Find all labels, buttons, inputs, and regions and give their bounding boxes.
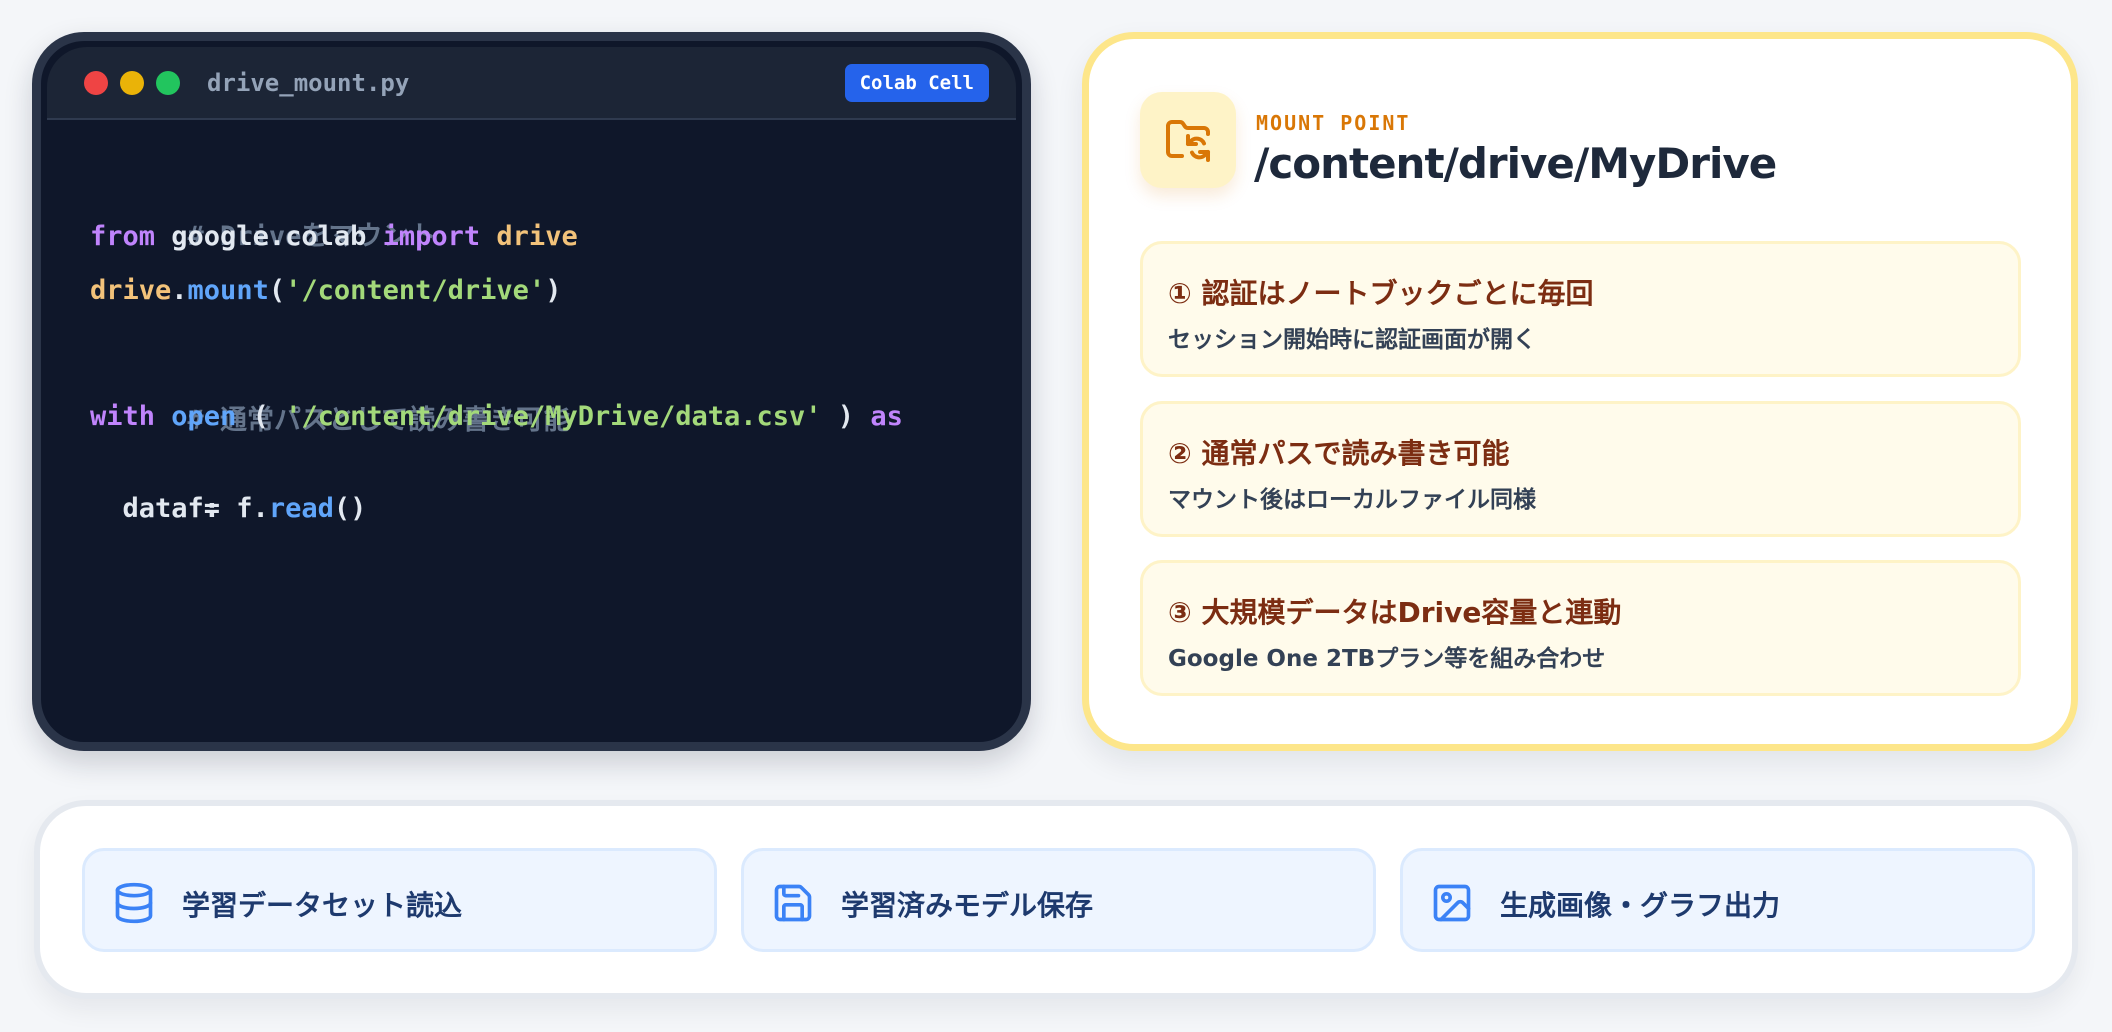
code-line-2: from google.colab import drive (90, 210, 990, 264)
window-minimize-dot[interactable] (120, 71, 144, 95)
code-line-1: # Driveをマウント (90, 156, 990, 252)
code-punct: . (171, 275, 188, 306)
code-keyword: from (90, 221, 156, 252)
note-subtitle: Google One 2TBプラン等を組み合わせ (1168, 646, 1606, 672)
colab-cell-badge: Colab Cell (844, 64, 989, 102)
code-keyword: with (90, 401, 156, 432)
image-icon (1433, 884, 1471, 922)
save-icon (774, 884, 812, 922)
code-text: data = f. (90, 493, 269, 524)
file-name: drive_mount.py (207, 69, 410, 97)
usage-item-model-save[interactable]: 学習済みモデル保存 (741, 848, 1376, 952)
code-keyword: import (382, 221, 481, 252)
code-line-7: data = f.read() (90, 486, 990, 532)
note-card-capacity: ③ 大規模データはDrive容量と連動 Google One 2TBプラン等を組… (1140, 560, 2021, 696)
code-line-5: with open ( '/content/drive/MyDrive/data… (90, 394, 990, 440)
mount-path: /content/drive/MyDrive (1254, 139, 1777, 188)
usage-bar: 学習データセット読込 学習済みモデル保存 生成画像・グラフ出力 (34, 800, 2078, 999)
code-panel: drive_mount.py Colab Cell # Driveをマウント f… (32, 32, 1031, 751)
code-punct: ( (268, 275, 286, 306)
usage-item-dataset[interactable]: 学習データセット読込 (82, 848, 717, 952)
mount-point-label: MOUNT POINT (1256, 111, 1411, 135)
note-card-readwrite: ② 通常パスで読み書き可能 マウント後はローカルファイル同様 (1140, 401, 2021, 537)
code-punct: ) (545, 275, 562, 306)
code-string: '/content/drive' (285, 275, 546, 306)
code-name: drive (496, 221, 578, 252)
code-function: mount (187, 275, 269, 306)
note-title: ② 通常パスで読み書き可能 (1168, 437, 1510, 470)
window-maximize-dot[interactable] (156, 71, 180, 95)
window-close-dot[interactable] (84, 71, 108, 95)
code-function: open (171, 401, 237, 432)
code-function: read (268, 493, 334, 524)
code-module: google.colab (155, 221, 383, 252)
note-subtitle: セッション開始時に認証画面が開く (1168, 327, 1536, 353)
note-title: ① 認証はノートブックごとに毎回 (1168, 277, 1594, 310)
code-variable: drive (90, 275, 172, 306)
code-body[interactable]: # Driveをマウント from google.colab import dr… (90, 156, 990, 532)
database-icon (115, 882, 153, 924)
usage-item-image-output[interactable]: 生成画像・グラフ出力 (1400, 848, 2035, 952)
note-card-auth: ① 認証はノートブックごとに毎回 セッション開始時に認証画面が開く (1140, 241, 2021, 377)
code-text: () (333, 493, 367, 524)
folder-sync-icon (1140, 92, 1236, 188)
code-punct: ) (821, 401, 871, 432)
code-line-3: drive.mount('/content/drive') (90, 264, 990, 318)
usage-label: 生成画像・グラフ出力 (1500, 889, 1781, 922)
code-punct: ( (236, 401, 286, 432)
code-keyword: as (870, 401, 903, 432)
code-titlebar: drive_mount.py Colab Cell (47, 47, 1016, 120)
usage-label: 学習データセット読込 (182, 889, 463, 922)
usage-label: 学習済みモデル保存 (841, 889, 1094, 922)
note-title: ③ 大規模データはDrive容量と連動 (1168, 596, 1622, 629)
code-string: '/content/drive/MyDrive/data.csv' (285, 401, 822, 432)
mount-point-panel: MOUNT POINT /content/drive/MyDrive ① 認証は… (1082, 32, 2078, 751)
code-line-4: # 通常パスとして読み書き可能 (90, 340, 990, 436)
note-subtitle: マウント後はローカルファイル同様 (1168, 487, 1536, 513)
